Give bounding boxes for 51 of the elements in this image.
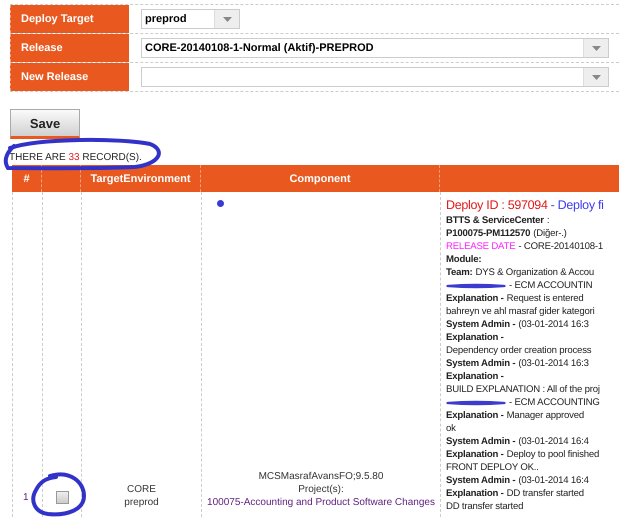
detail-text: System Admin - (03-01-2014 16:3 [446, 357, 590, 370]
deploy-link[interactable]: - Deploy fi [550, 196, 604, 214]
column-header: Component [289, 172, 351, 184]
detail-text: ok [446, 422, 457, 435]
detail-text: - ECM ACCOUNTIN [509, 279, 592, 292]
detail-text: Explanation -Deploy to pool finished [446, 448, 600, 461]
redaction-scribble [446, 282, 506, 290]
detail-text: - ECM ACCOUNTING [509, 396, 600, 409]
deploy-id: Deploy ID : 597094 [446, 197, 548, 214]
detail-text: FRONT DEPLOY OK.. [446, 461, 540, 474]
detail-text: Explanation -Request is entered [446, 292, 585, 305]
release-value: - CORE-20140108-1 [518, 240, 603, 253]
target-text: CORE [127, 483, 156, 496]
select-field[interactable]: CORE-20140108-1-Normal (Aktif)-PREPROD [141, 38, 609, 58]
field-label: Release [10, 34, 129, 62]
detail-text: System Admin - (03-01-2014 16:4 [446, 474, 590, 487]
detail-text: Dependency order creation process [446, 344, 592, 357]
component-name: MCSMasrafAvansFO;9.5.80 [258, 470, 384, 483]
record-count: THERE ARE 33 RECORD(S). [9, 152, 143, 163]
column-header: # [23, 172, 30, 184]
target-text: preprod [124, 496, 159, 509]
column-header: TargetEnvironment [90, 172, 191, 184]
detail-text: Explanation -DD transfer started [446, 487, 585, 500]
project-link[interactable]: 100075-Accounting and Product Software Changes [202, 496, 440, 509]
detail-text: BUILD EXPLANATION : All of the proj [446, 383, 601, 396]
detail-text: BTTS & ServiceCenter : [446, 214, 550, 227]
row-number: 1 [23, 492, 30, 503]
detail-text: bahreyn ve ahl masraf gider kategori [446, 305, 596, 318]
detail-text: Explanation -Manager approved [446, 409, 585, 422]
detail-text: Explanation - [446, 370, 505, 383]
caret-icon [592, 46, 600, 50]
field-label: Deploy Target [10, 5, 129, 33]
detail-text: Team:DYS & Organization & Accou [446, 266, 596, 279]
detail-text: System Admin - (03-01-2014 16:3 [446, 318, 590, 331]
detail-text: Explanation - [446, 331, 505, 344]
redaction-scribble [446, 398, 506, 406]
detail-text: Module: [446, 253, 482, 266]
detail-text: System Admin - (03-01-2014 16:4 [446, 435, 590, 448]
save-button[interactable]: Save [10, 109, 80, 139]
select-field[interactable]: preprod [141, 9, 240, 29]
detail-text: DD transfer started [446, 500, 524, 513]
bullet-icon [217, 200, 224, 207]
field-label: New Release [10, 63, 129, 91]
detail-text: P100075-PM112570 (Diğer-.) [446, 227, 568, 240]
row-checkbox[interactable] [56, 491, 68, 504]
caret-icon [592, 74, 600, 80]
projects-label: Project(s): [297, 483, 345, 496]
release-date-label: RELEASE DATE [446, 240, 516, 253]
caret-icon [222, 16, 232, 22]
annotation-scribble [31, 472, 86, 516]
select-field[interactable] [141, 67, 609, 87]
